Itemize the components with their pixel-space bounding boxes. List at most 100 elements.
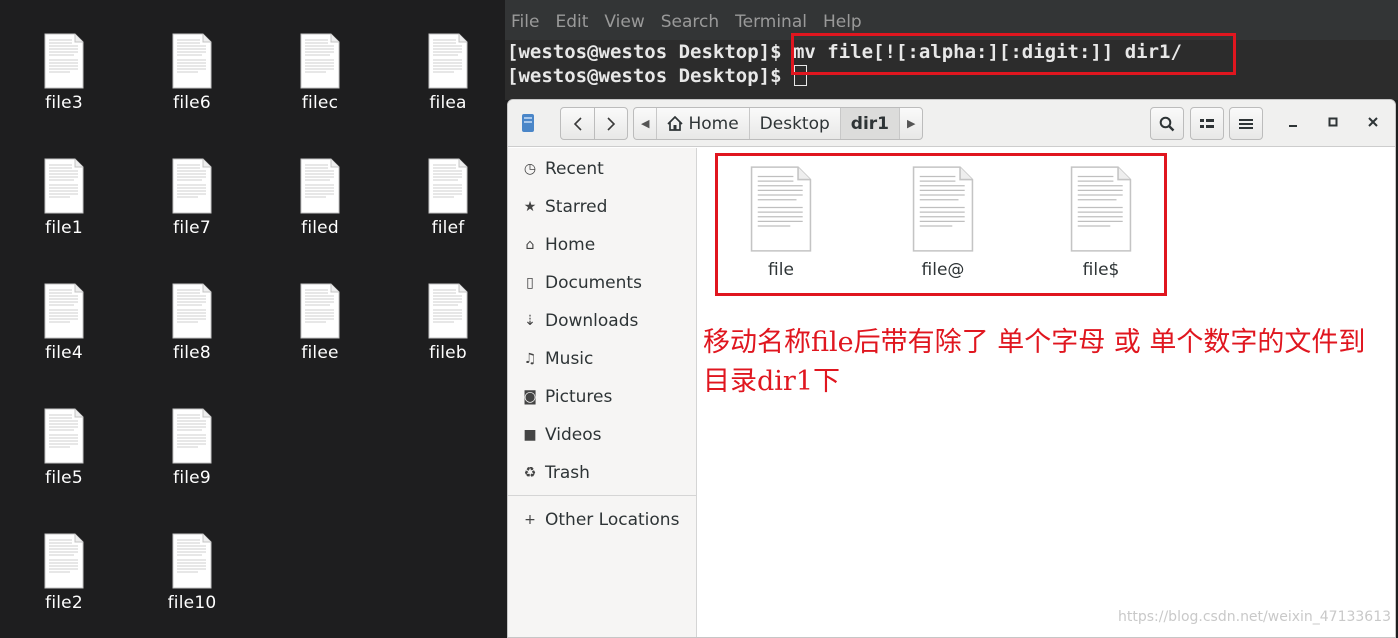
caret-left-icon: ◀ [641,117,650,130]
list-view-icon [1200,118,1214,128]
sidebar-item-label: Pictures [545,387,613,407]
menu-terminal[interactable]: Terminal [735,12,807,32]
desktop-file-label: file10 [167,593,217,613]
back-button[interactable] [560,107,595,140]
text-document-icon [172,33,212,89]
desktop-file-icon[interactable]: file1 [14,158,114,238]
sidebar-item-music[interactable]: ♫ Music [508,341,697,377]
forward-button[interactable] [594,107,628,140]
search-icon [1159,116,1175,131]
shell-prompt: [westos@westos Desktop]$ [507,41,782,63]
desktop-file-label: fileb [429,343,467,363]
desktop-file-icon[interactable]: file3 [14,33,114,113]
desktop-file-label: filed [301,218,339,238]
close-button[interactable] [1363,113,1383,133]
places-sidebar: ◷ Recent ★ Starred ⌂ Home ▯ Documents ⇣ … [508,148,697,637]
search-button[interactable] [1150,107,1184,140]
path-scroll-right[interactable]: ▶ [899,108,922,139]
menu-button[interactable] [1229,107,1263,140]
text-document-icon [428,283,468,339]
desktop-file-icon[interactable]: file5 [14,408,114,488]
terminal-input-line[interactable]: [westos@westos Desktop]$ [507,65,807,87]
sidebar-divider [508,495,697,496]
sidebar-item-pictures[interactable]: ◙ Pictures [508,379,697,415]
shell-prompt: [westos@westos Desktop]$ [507,65,782,87]
text-document-icon [428,33,468,89]
watermark: https://blog.csdn.net/weixin_47133613 [1118,609,1392,625]
menu-search[interactable]: Search [661,12,719,32]
text-document-icon [428,158,468,214]
desktop-file-label: file6 [173,93,211,113]
text-document-icon [44,33,84,89]
desktop-file-icon[interactable]: file8 [142,283,242,363]
minimize-icon [1289,125,1297,127]
view-toggle-button[interactable] [1190,107,1224,140]
sidebar-item-label: Recent [545,159,604,179]
sidebar-item-home[interactable]: ⌂ Home [508,227,697,263]
chevron-left-icon [573,116,582,131]
command-highlight-box [791,33,1236,75]
caret-right-icon: ▶ [907,117,916,130]
desktop-file-label: file1 [45,218,83,238]
desktop-file-label: file8 [173,343,211,363]
desktop-file-icon[interactable]: filed [270,158,370,238]
desktop-file-icon[interactable]: file10 [142,533,242,613]
video-camera-icon: ■ [523,427,537,443]
desktop: file3 file6 filec filea file1 file7 file… [0,0,505,638]
text-document-icon [300,158,340,214]
terminal-window[interactable]: File Edit View Search Terminal Help [wes… [505,0,1398,100]
file-view[interactable]: file file@ file$ 移动名称file后带有除了 单个字母 或 单个… [698,148,1395,637]
text-document-icon [300,33,340,89]
minimize-button[interactable] [1283,113,1303,133]
camera-icon: ◙ [523,389,537,405]
breadcrumb-home[interactable]: Home [656,108,748,139]
desktop-file-icon[interactable]: file7 [142,158,242,238]
desktop-file-icon[interactable]: filef [398,158,498,238]
menu-view[interactable]: View [604,12,644,32]
desktop-file-label: filef [431,218,465,238]
desktop-file-icon[interactable]: filea [398,33,498,113]
sidebar-item-label: Downloads [545,311,639,331]
clock-icon: ◷ [523,161,537,177]
sidebar-item-recent[interactable]: ◷ Recent [508,151,697,187]
desktop-file-label: file5 [45,468,83,488]
annotation-text: 移动名称file后带有除了 单个字母 或 单个数字的文件到目录dir1下 [703,327,1366,397]
text-document-icon [172,158,212,214]
sidebar-item-videos[interactable]: ■ Videos [508,417,697,453]
desktop-file-icon[interactable]: filee [270,283,370,363]
desktop-file-icon[interactable]: file2 [14,533,114,613]
maximize-button[interactable] [1323,113,1343,133]
desktop-file-label: filec [301,93,339,113]
download-icon: ⇣ [524,313,536,329]
breadcrumb-desktop[interactable]: Desktop [748,108,840,139]
menu-file[interactable]: File [511,12,539,32]
sidebar-item-other-locations[interactable]: + Other Locations [508,502,697,538]
close-icon [1368,117,1378,127]
file-manager-headerbar: ◀ Home Desktop dir1 ▶ [508,100,1395,147]
sidebar-item-label: Starred [545,197,608,217]
menu-edit[interactable]: Edit [555,12,588,32]
sidebar-item-label: Videos [545,425,602,445]
text-document-icon [44,533,84,589]
desktop-file-icon[interactable]: file9 [142,408,242,488]
sidebar-item-label: Home [545,235,596,255]
sidebar-item-starred[interactable]: ★ Starred [508,189,697,225]
file-manager-app-icon [522,114,534,132]
sidebar-item-label: Documents [545,273,642,293]
plus-icon: + [524,512,536,528]
sidebar-item-documents[interactable]: ▯ Documents [508,265,697,301]
desktop-file-icon[interactable]: file6 [142,33,242,113]
desktop-file-icon[interactable]: filec [270,33,370,113]
path-scroll-left[interactable]: ◀ [634,108,656,139]
sidebar-item-trash[interactable]: ♻ Trash [508,455,697,491]
file-manager-window[interactable]: ◀ Home Desktop dir1 ▶ ◷ Recent ★ Starred… [507,99,1396,638]
breadcrumb-dir1[interactable]: dir1 [839,108,899,139]
desktop-file-icon[interactable]: file4 [14,283,114,363]
desktop-file-label: filea [429,93,467,113]
text-document-icon [172,533,212,589]
menu-help[interactable]: Help [823,12,862,32]
text-document-icon [300,283,340,339]
text-document-icon [172,408,212,464]
desktop-file-icon[interactable]: fileb [398,283,498,363]
sidebar-item-downloads[interactable]: ⇣ Downloads [508,303,697,339]
